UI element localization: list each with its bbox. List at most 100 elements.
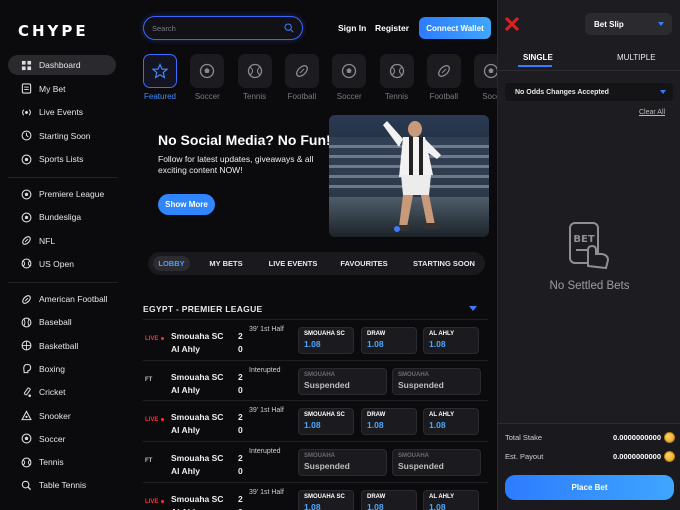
sport-tab-soccer[interactable]: Soccer <box>326 54 372 101</box>
search-icon[interactable] <box>284 23 294 33</box>
away-score: 0 <box>238 384 243 395</box>
away-team: Al Ahly <box>171 344 200 354</box>
sidebar-item-baseball[interactable]: Baseball <box>8 312 116 332</box>
place-bet-button[interactable]: Place Bet <box>505 475 674 500</box>
tab-favourites[interactable]: FAVOURITES <box>334 256 394 271</box>
stadium-player-image <box>329 115 489 237</box>
tennis-ball-icon <box>20 258 32 270</box>
sport-tab-football[interactable]: Football <box>279 54 325 101</box>
odds-button[interactable]: DRAW 1.08 <box>361 327 417 354</box>
tennis-ball-icon <box>237 54 272 88</box>
odds-button[interactable]: SMOUAHA SC 1.08 <box>298 408 354 436</box>
close-icon[interactable] <box>505 16 519 32</box>
tab-live-events[interactable]: LIVE EVENTS <box>263 256 323 271</box>
tab-my-bets[interactable]: MY BETS <box>203 256 249 271</box>
logo[interactable]: CHYPE <box>18 22 89 40</box>
sidebar-item-snooker[interactable]: Snooker <box>8 406 116 426</box>
odds-name: SMOUAHA SC <box>304 412 345 419</box>
sport-tab-tennis[interactable]: Tennis <box>374 54 420 101</box>
match-status-badge: LIVE <box>145 336 159 342</box>
odds-button[interactable]: AL AHLY 1.08 <box>423 327 479 354</box>
sidebar-item-label: Table Tennis <box>39 480 87 491</box>
match-row[interactable]: LIVESmouaha SCAl Ahly2039' 1st Half SMOU… <box>143 319 488 359</box>
baseball-icon <box>20 316 32 328</box>
sidebar-item-tennis[interactable]: Tennis <box>8 452 116 472</box>
search-input[interactable] <box>152 23 284 33</box>
match-row[interactable]: FT Smouaha SC Al Ahly 2 0 Interupted SMOUAHA … <box>143 441 488 481</box>
sidebar-item-boxing[interactable]: Boxing <box>8 359 116 379</box>
search-box[interactable] <box>143 16 303 40</box>
tab-lobby[interactable]: LOBBY <box>153 256 190 271</box>
sidebar-item-my-bet[interactable]: My Bet <box>8 79 116 99</box>
bet-slip-select[interactable]: Bet Slip <box>585 13 672 35</box>
tab-single[interactable]: SINGLE <box>523 53 553 62</box>
sidebar-item-bundesliga[interactable]: Bundesliga <box>8 207 116 227</box>
table-tennis-icon <box>20 479 32 491</box>
coin-icon <box>664 432 675 443</box>
tennis-ball-icon <box>20 456 32 468</box>
sidebar-item-table-tennis[interactable]: Table Tennis <box>8 475 116 495</box>
chevron-down-icon[interactable] <box>469 306 477 311</box>
sidebar-item-soccer[interactable]: Soccer <box>8 429 116 449</box>
sidebar-item-live-events[interactable]: Live Events <box>8 102 116 122</box>
lobby-tabs: LOBBY MY BETS LIVE EVENTS FAVOURITES STA… <box>148 252 485 275</box>
sidebar-item-premiere-league[interactable]: Premiere League <box>8 184 116 204</box>
sidebar-item-us-open[interactable]: US Open <box>8 254 116 274</box>
sport-tab-label: Football <box>287 92 317 101</box>
odds-button[interactable]: DRAW 1.08 <box>361 408 417 436</box>
connect-wallet-button[interactable]: Connect Wallet <box>419 17 491 39</box>
match-status-badge: LIVE <box>145 417 159 424</box>
banner-image[interactable] <box>329 115 489 237</box>
home-team: Smouaha SC <box>171 331 224 341</box>
match-status-badge: FT <box>145 458 153 465</box>
sport-tab-label: Tennis <box>384 92 409 101</box>
coin-icon <box>664 451 675 462</box>
sidebar-item-american-football[interactable]: American Football <box>8 289 116 309</box>
sidebar-item-label: Tennis <box>39 457 64 468</box>
sport-tab-soccer[interactable]: Soccer <box>184 54 230 101</box>
home-team: Smouaha SC <box>171 493 224 504</box>
sidebar-item-label: Basketball <box>39 340 79 351</box>
away-score: 0 <box>238 466 243 477</box>
bet-slip-select-label: Bet Slip <box>594 19 624 29</box>
bet-slip-panel: Bet Slip SINGLE MULTIPLE No Odds Changes… <box>497 0 680 510</box>
sidebar-item-starting-soon[interactable]: Starting Soon <box>8 126 116 146</box>
odds-button[interactable]: SMOUAHA SC 1.08 <box>298 489 354 510</box>
match-row[interactable]: LIVESmouaha SCAl Ahly2039' 1st Half SMOU… <box>143 400 488 440</box>
tab-starting-soon[interactable]: STARTING SOON <box>408 256 480 271</box>
sidebar-item-label: Dashboard <box>39 60 81 70</box>
football-icon <box>20 235 32 247</box>
show-more-button[interactable]: Show More <box>158 194 215 215</box>
sport-tab-tennis[interactable]: Tennis <box>232 54 278 101</box>
clock-icon <box>20 130 32 142</box>
sign-in-link[interactable]: Sign In <box>338 23 366 33</box>
register-link[interactable]: Register <box>375 23 409 33</box>
clear-all-link[interactable]: Clear All <box>639 109 665 116</box>
sidebar-item-cricket[interactable]: Cricket <box>8 382 116 402</box>
odds-value: Suspended <box>304 461 350 472</box>
match-row[interactable]: LIVESmouaha SCAl Ahly2039' 1st Half SMOU… <box>143 481 488 510</box>
league-header: EGYPT - PREMIER LEAGUE <box>143 304 263 314</box>
sidebar-item-sports-lists[interactable]: Sports Lists <box>8 149 116 169</box>
sidebar-item-basketball[interactable]: Basketball <box>8 336 116 356</box>
odds-button-suspended: SMOUAHA Suspended <box>298 449 387 477</box>
snooker-icon <box>20 410 32 422</box>
sport-tab-featured[interactable]: Featured <box>137 54 183 101</box>
soccer-ball-icon <box>20 188 32 200</box>
soccer-ball-icon <box>190 54 225 88</box>
odds-button[interactable]: AL AHLY 1.08 <box>423 408 479 436</box>
soccer-ball-icon <box>332 54 367 88</box>
tab-multiple[interactable]: MULTIPLE <box>617 53 656 62</box>
odds-value: Suspended <box>398 461 444 472</box>
odds-button[interactable]: DRAW 1.08 <box>361 489 417 510</box>
live-dot-icon <box>161 499 164 503</box>
sidebar-item-dashboard[interactable]: Dashboard <box>8 55 116 75</box>
odds-change-select[interactable]: No Odds Changes Accepted <box>505 83 673 101</box>
odds-button[interactable]: AL AHLY 1.08 <box>423 489 479 510</box>
sidebar-item-nfl[interactable]: NFL <box>8 231 116 251</box>
home-score: 2 <box>238 371 243 382</box>
odds-button[interactable]: SMOUAHA SC 1.08 <box>298 327 354 354</box>
basketball-icon <box>20 340 32 352</box>
match-row[interactable]: FT Smouaha SC Al Ahly 2 0 Interupted SMOUAHA … <box>143 359 488 400</box>
sport-tab-football[interactable]: Football <box>421 54 467 101</box>
